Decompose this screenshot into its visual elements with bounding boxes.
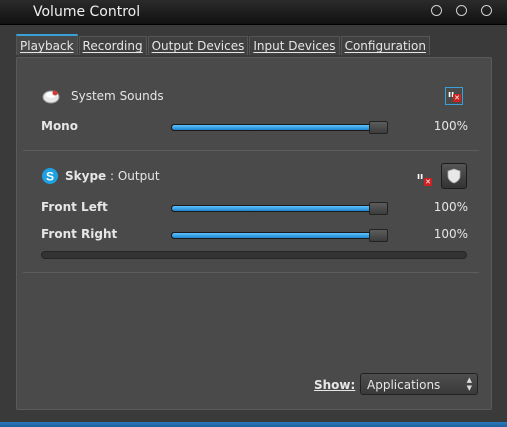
slider-handle[interactable] — [369, 121, 388, 134]
volume-value-front-left: 100% — [433, 200, 468, 214]
volume-value-mono: 100% — [433, 119, 468, 133]
minimize-button[interactable] — [431, 5, 442, 16]
lock-channels-button[interactable] — [441, 163, 467, 189]
channel-label-front-right: Front Right — [41, 227, 118, 241]
volume-value-front-right: 100% — [433, 227, 468, 241]
slider-handle[interactable] — [369, 229, 388, 242]
close-button[interactable] — [481, 5, 492, 16]
volume-slider-front-right[interactable] — [171, 229, 388, 242]
mute-icon: ıı — [417, 172, 424, 182]
show-filter-select[interactable]: Applications ▲ ▼ — [360, 373, 478, 395]
maximize-button[interactable] — [456, 5, 467, 16]
tab-input-devices[interactable]: Input Devices — [249, 36, 340, 55]
stream-title-skype: Skype : Output — [65, 169, 160, 183]
speaker-icon — [41, 87, 61, 105]
shield-icon — [447, 168, 461, 184]
tab-playback[interactable]: Playback — [16, 34, 78, 55]
tab-output-devices[interactable]: Output Devices — [147, 36, 249, 55]
playback-panel: System Sounds ıı ✕ Mono 100% S Skype : O… — [16, 57, 492, 410]
muted-x-icon: ✕ — [424, 178, 432, 186]
slider-fill — [172, 206, 388, 211]
show-filter-value: Applications — [367, 378, 441, 392]
stream-device-skype: : Output — [106, 169, 160, 183]
stream-name-skype: Skype — [65, 169, 107, 183]
spinner-arrows-icon: ▲ ▼ — [466, 376, 472, 392]
slider-handle[interactable] — [369, 202, 388, 215]
volume-slider-front-left[interactable] — [171, 202, 388, 215]
skype-icon: S — [41, 167, 59, 185]
svg-text:S: S — [46, 170, 54, 184]
window-title: Volume Control — [33, 4, 141, 20]
window-bottom-border — [0, 422, 507, 427]
tab-bar: Playback Recording Output Devices Input … — [16, 34, 431, 57]
stream-separator — [23, 272, 479, 273]
channel-label-mono: Mono — [41, 119, 78, 133]
stream-name-system-sounds: System Sounds — [71, 89, 164, 103]
peak-level-meter — [41, 251, 467, 259]
mute-toggle-skype[interactable]: ıı ✕ — [415, 170, 433, 188]
slider-fill — [172, 233, 388, 238]
show-label: Show: — [314, 378, 356, 392]
volume-slider-mono[interactable] — [171, 121, 388, 134]
mute-toggle-system-sounds[interactable]: ıı ✕ — [445, 87, 463, 105]
channel-label-front-left: Front Left — [41, 200, 108, 214]
muted-x-icon: ✕ — [453, 94, 461, 102]
tab-recording[interactable]: Recording — [78, 36, 147, 55]
slider-fill — [172, 125, 388, 130]
volume-control-window: Volume Control Playback Recording Output… — [0, 0, 507, 427]
tab-configuration[interactable]: Configuration — [340, 36, 430, 55]
title-bar[interactable]: Volume Control — [0, 0, 507, 25]
stream-separator — [23, 150, 479, 151]
